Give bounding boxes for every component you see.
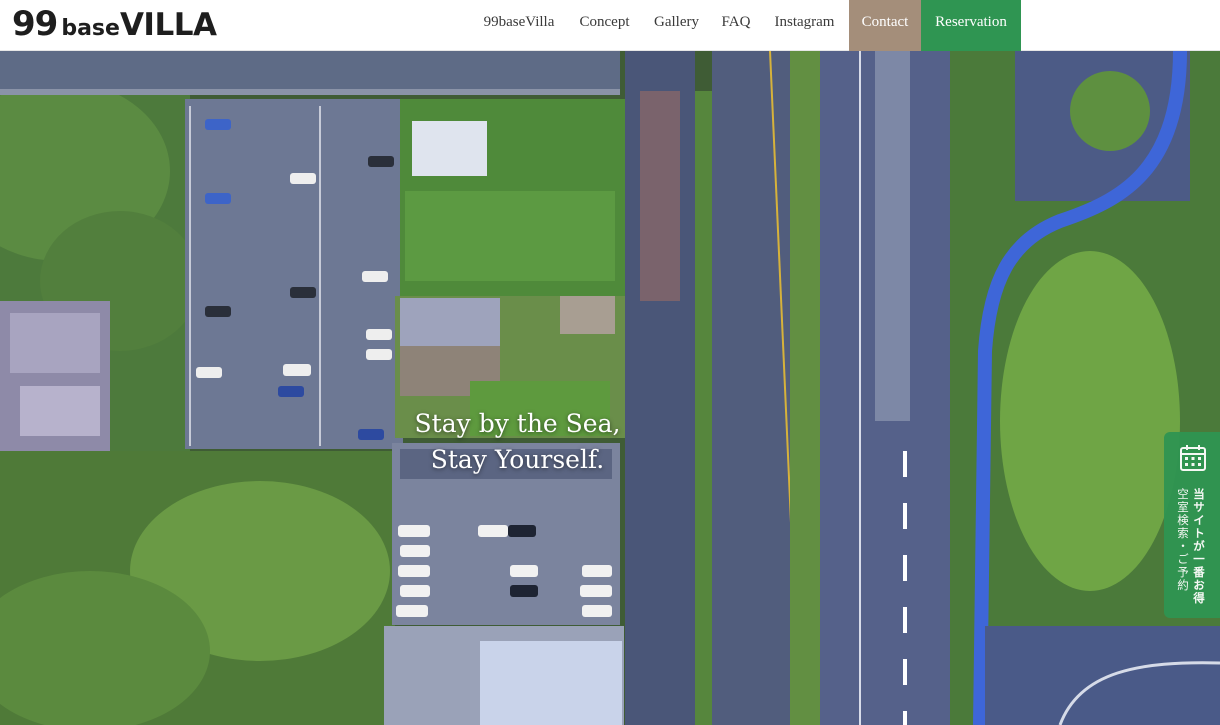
calendar-icon — [1179, 444, 1207, 477]
nav-gallery[interactable]: Gallery — [641, 0, 712, 51]
hero-section: Stay by the Sea, Stay Yourself. — [0, 51, 1220, 725]
aerial-view-image — [0, 51, 1220, 725]
nav-99basevilla[interactable]: 99baseVilla — [470, 0, 568, 51]
nav-concept[interactable]: Concept — [568, 0, 641, 51]
tagline-line-1: Stay by the Sea, — [414, 409, 621, 438]
tagline-line-2: Stay Yourself. — [430, 445, 605, 474]
nav-instagram[interactable]: Instagram — [760, 0, 849, 51]
contact-button[interactable]: Contact — [849, 0, 921, 51]
side-tab-search-text: 空室検索・ご予約 — [1176, 488, 1190, 592]
hero-tagline: Stay by the Sea, Stay Yourself. — [375, 406, 660, 478]
vacancy-search-tab[interactable]: 当サイトが一番お得 空室検索・ご予約 — [1164, 432, 1220, 618]
site-header: 99 base VILLA 99baseVilla Concept Galler… — [0, 0, 1220, 51]
reservation-button[interactable]: Reservation — [921, 0, 1021, 51]
side-tab-best-rate-text: 当サイトが一番お得 — [1192, 488, 1206, 605]
nav-faq[interactable]: FAQ — [712, 0, 760, 51]
main-nav: 99baseVilla Concept Gallery FAQ Instagra… — [0, 0, 1220, 51]
